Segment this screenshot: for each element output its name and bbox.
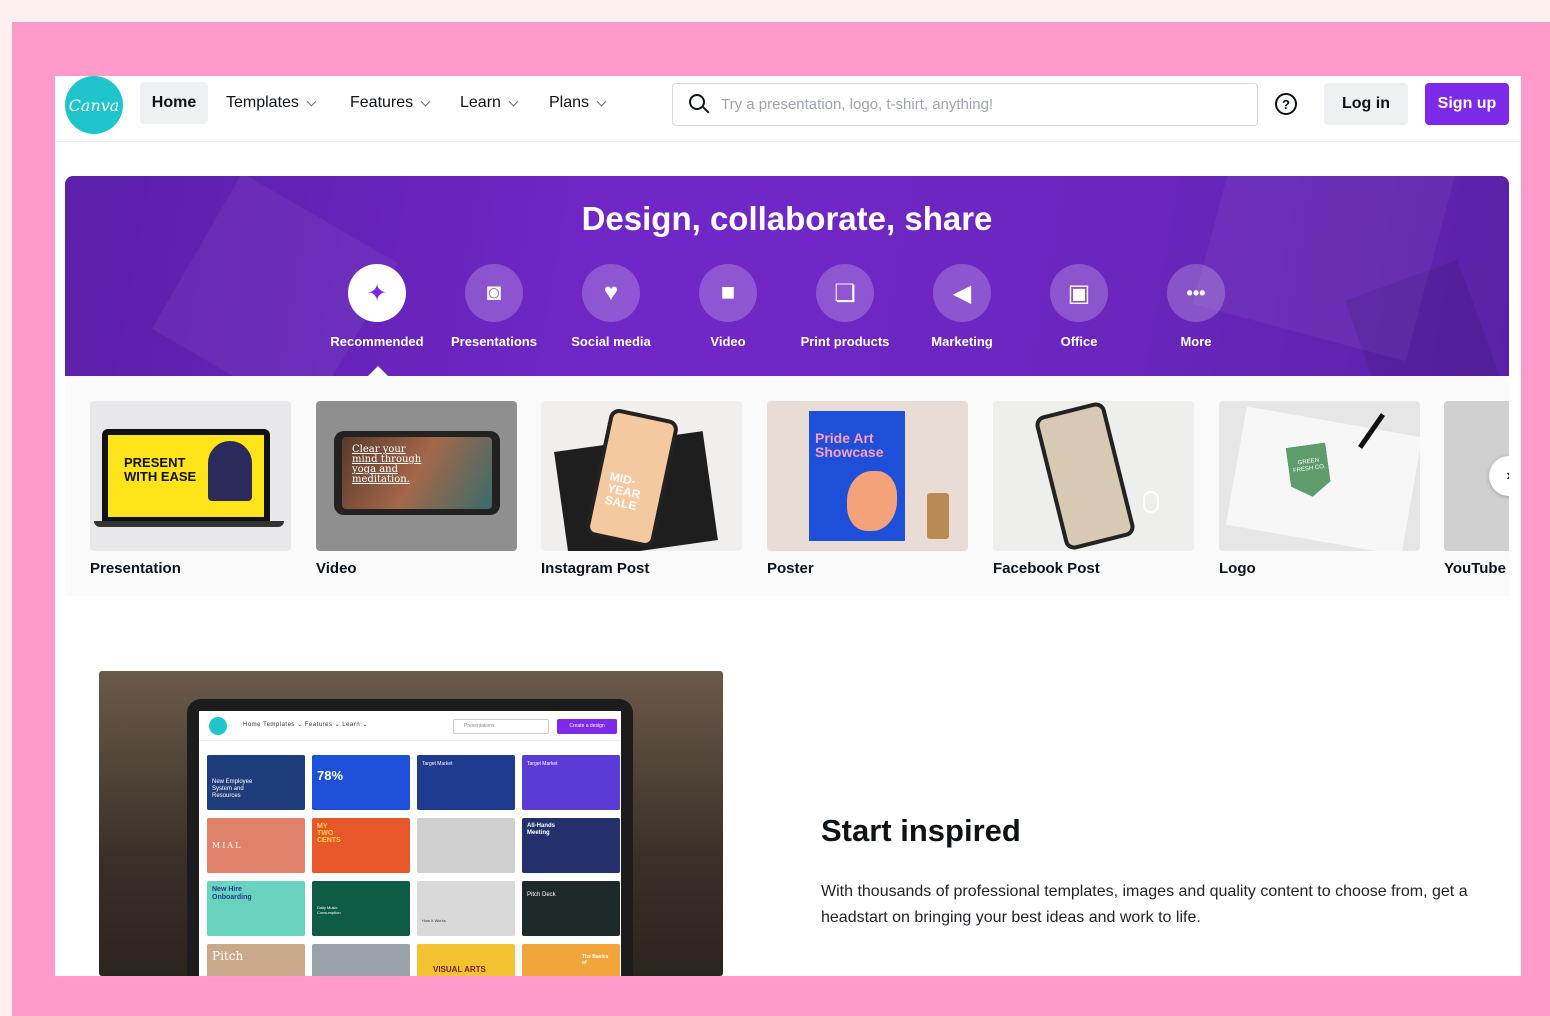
template-tile: Pitch xyxy=(207,944,305,976)
chevron-down-icon xyxy=(508,96,519,106)
category-label: Marketing xyxy=(931,334,993,349)
category-more[interactable]: ••• More xyxy=(1136,264,1256,349)
category-recommended[interactable]: ✦ Recommended xyxy=(317,264,437,349)
category-label: Print products xyxy=(800,334,890,349)
category-label: Video xyxy=(710,334,746,349)
top-nav: Canva Home Templates Features Learn Plan… xyxy=(55,76,1521,142)
laptop-screen: Home Templates ⌄ Features ⌄ Learn ⌄ Pres… xyxy=(199,711,621,976)
category-label: More xyxy=(1180,334,1212,349)
active-category-caret xyxy=(367,366,389,376)
chevron-down-icon xyxy=(306,96,317,106)
carousel-item-video[interactable]: Clear your mind through yoga and meditat… xyxy=(316,401,517,577)
section-description: With thousands of professional templates… xyxy=(821,883,1468,926)
category-marketing[interactable]: ◀ Marketing xyxy=(902,264,1022,349)
nav-plans-label: Plans xyxy=(549,94,590,111)
carousel-item-instagram-post[interactable]: MID-YEAR SALE Instagram Post xyxy=(541,401,742,577)
template-tile: Daily Music Consumption xyxy=(312,881,410,936)
category-label: Office xyxy=(1060,334,1098,349)
facebook-post-thumbnail xyxy=(993,401,1194,551)
carousel-item-label: Facebook Post xyxy=(993,560,1100,577)
video-camera-icon: ■ xyxy=(699,264,757,322)
briefcase-icon: ▣ xyxy=(1050,264,1108,322)
presentation-thumbnail: PRESENT WITH EASE xyxy=(90,401,291,551)
carousel-item-poster[interactable]: Pride Art Showcase Poster xyxy=(767,401,968,577)
template-tile: 78% xyxy=(312,755,410,810)
chevron-down-icon xyxy=(596,96,607,106)
instagram-post-thumbnail: MID-YEAR SALE xyxy=(541,401,742,551)
sparkle-icon: ✦ xyxy=(348,264,406,322)
nav-home[interactable]: Home xyxy=(140,82,208,124)
search-input[interactable] xyxy=(721,96,1241,113)
logo-thumbnail: GREEN FRESH CO. xyxy=(1219,401,1420,551)
carousel-item-label: Logo xyxy=(1219,560,1256,577)
template-tile: MY TWO CENTS xyxy=(312,818,410,873)
template-tile: The Basics of xyxy=(522,944,620,976)
presentation-icon: ◙ xyxy=(465,264,523,322)
login-button[interactable]: Log in xyxy=(1324,83,1408,125)
video-thumbnail: Clear your mind through yoga and meditat… xyxy=(316,401,517,551)
carousel-item-presentation[interactable]: PRESENT WITH EASE Presentation xyxy=(90,401,291,577)
template-tile: Target Market xyxy=(522,755,620,810)
template-tile: New Employee System and Resources xyxy=(207,755,305,810)
template-tile: Pitch Deck xyxy=(522,881,620,936)
carousel-item-label: Presentation xyxy=(90,560,181,577)
thumbnail-text: PRESENT WITH EASE xyxy=(124,455,197,484)
search-bar[interactable] xyxy=(672,83,1258,126)
poster-thumbnail: Pride Art Showcase xyxy=(767,401,968,551)
template-tile: Target Market xyxy=(417,755,515,810)
nav-learn[interactable]: Learn xyxy=(460,82,519,124)
design-type-carousel: PRESENT WITH EASE Presentation Clear you… xyxy=(65,376,1509,596)
nav-features-label: Features xyxy=(350,94,414,111)
category-print-products[interactable]: ❏ Print products xyxy=(785,264,905,349)
carousel-item-logo[interactable]: GREEN FRESH CO. Logo xyxy=(1219,401,1420,577)
category-social-media[interactable]: ♥ Social media xyxy=(551,264,671,349)
template-tile: VISUAL ARTS xyxy=(417,944,515,976)
canva-logo[interactable]: Canva xyxy=(65,76,123,134)
section-title: Start inspired xyxy=(821,813,1021,848)
template-tile: How It Works xyxy=(417,881,515,936)
search-icon xyxy=(689,93,711,116)
category-label: Recommended xyxy=(330,334,424,349)
laptop-photo: Home Templates ⌄ Features ⌄ Learn ⌄ Pres… xyxy=(99,671,723,976)
carousel-item-facebook-post[interactable]: Facebook Post xyxy=(993,401,1194,577)
chevron-down-icon xyxy=(420,96,431,106)
carousel-item-label: Poster xyxy=(767,560,814,577)
more-icon: ••• xyxy=(1167,264,1225,322)
nav-plans[interactable]: Plans xyxy=(549,82,607,124)
hero-banner: Design, collaborate, share ✦ Recommended… xyxy=(65,176,1509,376)
mini-canva-logo xyxy=(209,717,227,735)
template-tile: New Hire Onboarding xyxy=(207,881,305,936)
thumbnail-text: Clear your mind through yoga and meditat… xyxy=(352,444,422,485)
nav-templates[interactable]: Templates xyxy=(226,82,317,124)
category-presentations[interactable]: ◙ Presentations xyxy=(434,264,554,349)
category-label: Presentations xyxy=(451,334,537,349)
template-tile: MIAL xyxy=(207,818,305,873)
mini-search: Presentations xyxy=(453,719,549,734)
template-tile xyxy=(417,818,515,873)
signup-button[interactable]: Sign up xyxy=(1425,83,1509,125)
carousel-item-label: Instagram Post xyxy=(541,560,650,577)
template-tile xyxy=(312,944,410,976)
mini-nav-text: Home Templates ⌄ Features ⌄ Learn ⌄ xyxy=(243,722,368,728)
category-video[interactable]: ■ Video xyxy=(668,264,788,349)
nav-learn-label: Learn xyxy=(460,94,501,111)
carousel-item-label: YouTube xyxy=(1444,560,1506,577)
category-office[interactable]: ▣ Office xyxy=(1019,264,1139,349)
mini-create-button: Create a design xyxy=(557,719,617,734)
megaphone-icon: ◀ xyxy=(933,264,991,322)
print-icon: ❏ xyxy=(816,264,874,322)
browser-viewport: Canva Home Templates Features Learn Plan… xyxy=(55,76,1521,976)
template-tile: All-Hands Meeting xyxy=(522,818,620,873)
nav-templates-label: Templates xyxy=(226,94,299,111)
help-icon[interactable]: ? xyxy=(1275,93,1297,115)
thumbnail-text: Pride Art Showcase xyxy=(815,430,884,460)
category-label: Social media xyxy=(571,334,651,349)
carousel-item-label: Video xyxy=(316,560,357,577)
heart-chat-icon: ♥ xyxy=(582,264,640,322)
nav-features[interactable]: Features xyxy=(350,82,431,124)
hero-title: Design, collaborate, share xyxy=(581,200,993,237)
